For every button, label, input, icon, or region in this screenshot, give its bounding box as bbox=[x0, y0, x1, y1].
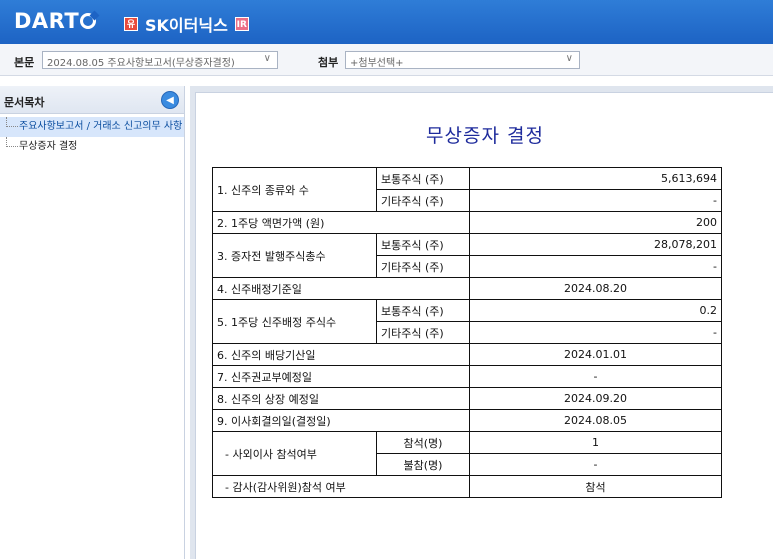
row-value: - bbox=[469, 365, 722, 388]
ir-badge-icon[interactable]: IR bbox=[234, 17, 249, 31]
chevron-down-icon: ∨ bbox=[565, 53, 573, 64]
company-name: SK이터닉스 bbox=[145, 16, 228, 35]
row-value: 0.2 bbox=[469, 299, 722, 322]
toc-item-bonus-issue[interactable]: 무상증자 결정 bbox=[0, 137, 184, 157]
chevron-down-icon: ∨ bbox=[263, 53, 271, 64]
logo-text: DART bbox=[14, 9, 80, 33]
document-page: 무상증자 결정 1. 신주의 종류와 수 보통주식 (주) 5,613,694 … bbox=[195, 92, 773, 559]
tree-connector bbox=[6, 137, 18, 147]
tree-connector bbox=[6, 117, 18, 127]
row-value: 200 bbox=[469, 211, 722, 234]
document-title: 무상증자 결정 bbox=[426, 125, 544, 147]
row-sublabel: 보통주식 (주) bbox=[376, 167, 470, 190]
toc-tree: 주요사항보고서 / 거래소 신고의무 사항 무상증자 결정 bbox=[0, 114, 184, 157]
company-title: 유 SK이터닉스 IR bbox=[117, 12, 256, 36]
row-label: 1. 신주의 종류와 수 bbox=[212, 167, 377, 212]
logo-mark-icon bbox=[80, 13, 97, 29]
row-label: - 감사(감사위원)참석 여부 bbox=[212, 475, 470, 498]
table-row: 7. 신주권교부예정일 - bbox=[212, 365, 722, 388]
row-label: 6. 신주의 배당기산일 bbox=[212, 343, 470, 366]
row-value: 28,078,201 bbox=[469, 233, 722, 256]
toc-item-report[interactable]: 주요사항보고서 / 거래소 신고의무 사항 bbox=[0, 117, 184, 137]
document-toolbar: 본문 2024.08.05 주요사항보고서(무상증자결정) ∨ 첨부 +첨부선택… bbox=[0, 44, 773, 76]
table-row: 2. 1주당 액면가액 (원) 200 bbox=[212, 211, 722, 234]
main-doc-select[interactable]: 2024.08.05 주요사항보고서(무상증자결정) ∨ bbox=[42, 51, 278, 69]
row-value: 5,613,694 bbox=[469, 167, 722, 190]
attach-label: 첨부 bbox=[318, 56, 339, 69]
row-sublabel: 불참(명) bbox=[376, 453, 470, 476]
attach-select-value: +첨부선택+ bbox=[350, 58, 404, 69]
document-viewer: 무상증자 결정 1. 신주의 종류와 수 보통주식 (주) 5,613,694 … bbox=[190, 86, 773, 559]
row-label: 3. 증자전 발행주식총수 bbox=[212, 233, 377, 278]
table-row: 9. 이사회결의일(결정일) 2024.08.05 bbox=[212, 409, 722, 432]
table-row: 1. 신주의 종류와 수 보통주식 (주) 5,613,694 bbox=[212, 167, 722, 212]
row-value: 1 bbox=[469, 431, 722, 454]
badge-left-icon[interactable]: 유 bbox=[124, 17, 138, 31]
row-label: 9. 이사회결의일(결정일) bbox=[212, 409, 470, 432]
row-sublabel: 기타주식 (주) bbox=[376, 321, 470, 344]
toc-title: 문서목차 bbox=[4, 96, 45, 109]
row-sublabel: 참석(명) bbox=[376, 431, 470, 454]
row-label: 8. 신주의 상장 예정일 bbox=[212, 387, 470, 410]
row-value: - bbox=[469, 321, 722, 344]
row-sublabel: 기타주식 (주) bbox=[376, 189, 470, 212]
dart-logo[interactable]: DART bbox=[14, 9, 97, 33]
row-value: 2024.08.05 bbox=[469, 409, 722, 432]
table-row: 4. 신주배정기준일 2024.08.20 bbox=[212, 277, 722, 300]
row-value: 참석 bbox=[469, 475, 722, 498]
row-label: 4. 신주배정기준일 bbox=[212, 277, 470, 300]
row-label: 7. 신주권교부예정일 bbox=[212, 365, 470, 388]
main-doc-label: 본문 bbox=[14, 56, 35, 69]
row-sublabel: 보통주식 (주) bbox=[376, 233, 470, 256]
row-value: 2024.09.20 bbox=[469, 387, 722, 410]
row-sublabel: 보통주식 (주) bbox=[376, 299, 470, 322]
table-row: - 사외이사 참석여부 참석(명) 1 bbox=[212, 431, 722, 476]
row-value: 2024.08.20 bbox=[469, 277, 722, 300]
row-value: - bbox=[469, 255, 722, 278]
row-sublabel: 기타주식 (주) bbox=[376, 255, 470, 278]
table-row: 6. 신주의 배당기산일 2024.01.01 bbox=[212, 343, 722, 366]
table-row: 3. 증자전 발행주식총수 보통주식 (주) 28,078,201 bbox=[212, 233, 722, 278]
bonus-issue-table: 1. 신주의 종류와 수 보통주식 (주) 5,613,694 기타주식 (주)… bbox=[212, 167, 722, 498]
toc-item-label: 주요사항보고서 / 거래소 신고의무 사항 bbox=[19, 121, 183, 132]
row-label: - 사외이사 참석여부 bbox=[212, 431, 377, 476]
table-row: 5. 1주당 신주배정 주식수 보통주식 (주) 0.2 bbox=[212, 299, 722, 344]
toc-item-label: 무상증자 결정 bbox=[19, 141, 78, 152]
collapse-sidebar-icon[interactable]: ◀ bbox=[161, 91, 179, 109]
table-row: - 감사(감사위원)참석 여부 참석 bbox=[212, 475, 722, 498]
row-value: - bbox=[469, 189, 722, 212]
row-value: - bbox=[469, 453, 722, 476]
row-value: 2024.01.01 bbox=[469, 343, 722, 366]
main-doc-select-value: 2024.08.05 주요사항보고서(무상증자결정) bbox=[47, 58, 235, 69]
row-label: 2. 1주당 액면가액 (원) bbox=[212, 211, 470, 234]
row-label: 5. 1주당 신주배정 주식수 bbox=[212, 299, 377, 344]
attach-select[interactable]: +첨부선택+ ∨ bbox=[345, 51, 580, 69]
table-row: 8. 신주의 상장 예정일 2024.09.20 bbox=[212, 387, 722, 410]
header-bar: DART 유 SK이터닉스 IR bbox=[0, 0, 773, 44]
toc-sidebar: 문서목차 ◀ 주요사항보고서 / 거래소 신고의무 사항 무상증자 결정 bbox=[0, 86, 185, 559]
toc-header: 문서목차 ◀ bbox=[0, 86, 184, 114]
